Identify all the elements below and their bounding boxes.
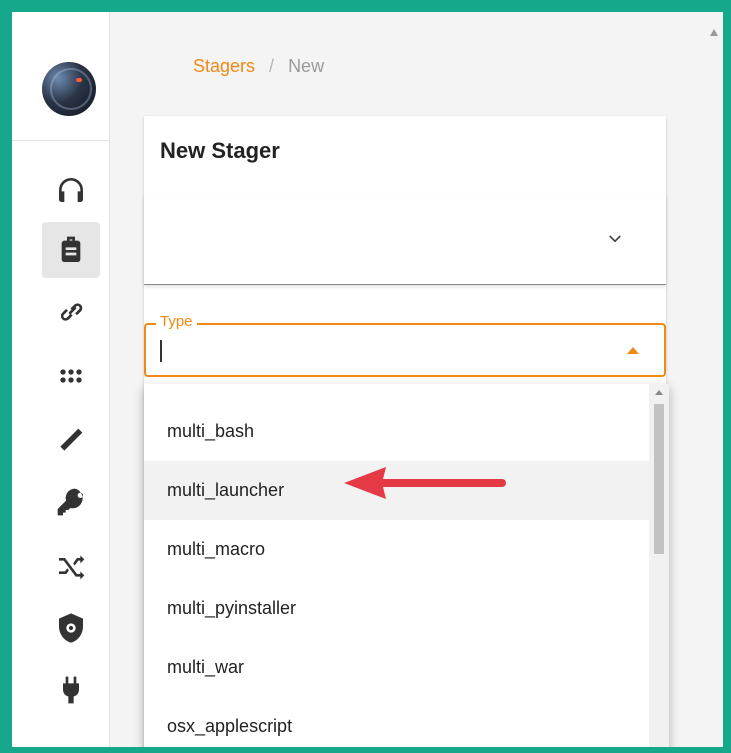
page-scroll-up-icon[interactable] bbox=[709, 26, 719, 38]
dropdown-arrow-up-icon[interactable] bbox=[626, 345, 640, 355]
dropdown-scrollbar[interactable] bbox=[649, 384, 669, 747]
option-multi-war[interactable]: multi_war bbox=[144, 638, 649, 697]
avatar-eye bbox=[76, 78, 82, 82]
scroll-up-arrow-icon[interactable] bbox=[654, 388, 664, 396]
shield-gear-icon bbox=[59, 613, 83, 643]
breadcrumb-separator: / bbox=[269, 56, 275, 76]
headphones-icon bbox=[59, 178, 83, 202]
grid-dots-icon bbox=[60, 369, 82, 383]
option-osx-applescript[interactable]: osx_applescript bbox=[144, 697, 649, 747]
annotation-arrow-icon bbox=[344, 467, 506, 499]
page-title: New Stager bbox=[160, 138, 280, 163]
option-multi-bash[interactable]: multi_bash bbox=[144, 402, 649, 461]
sidebar-item-settings[interactable] bbox=[42, 600, 100, 656]
sidebar-item-modules[interactable] bbox=[42, 348, 100, 404]
key-icon bbox=[57, 488, 83, 516]
avatar[interactable] bbox=[42, 62, 96, 116]
sidebar-item-connection[interactable] bbox=[42, 662, 100, 718]
avatar-helmet-rim bbox=[50, 68, 92, 110]
breadcrumb: Stagers / New bbox=[193, 56, 324, 77]
shuffle-icon bbox=[59, 555, 85, 580]
type-label: Type bbox=[156, 313, 197, 330]
scrollbar-thumb[interactable] bbox=[654, 404, 664, 554]
sidebar-item-listeners[interactable] bbox=[42, 162, 100, 218]
text-cursor bbox=[160, 340, 162, 362]
sidebar-item-obfuscation[interactable] bbox=[42, 538, 100, 594]
wand-icon bbox=[60, 428, 83, 451]
breadcrumb-current: New bbox=[288, 56, 325, 76]
type-options-list: multi_bash multi_launcher multi_macro mu… bbox=[144, 384, 669, 747]
breadcrumb-stagers-link[interactable]: Stagers bbox=[193, 56, 255, 76]
sidebar-item-agents[interactable] bbox=[42, 284, 100, 340]
briefcase-icon bbox=[61, 236, 81, 262]
option-multi-pyinstaller[interactable]: multi_pyinstaller bbox=[144, 579, 649, 638]
sidebar-divider bbox=[12, 140, 109, 141]
plug-icon bbox=[63, 676, 79, 704]
sidebar bbox=[12, 12, 110, 747]
type-input[interactable]: Type bbox=[144, 313, 666, 377]
chevron-down-icon bbox=[609, 235, 621, 243]
sidebar-item-plugins[interactable] bbox=[42, 412, 100, 468]
sidebar-item-credentials[interactable] bbox=[42, 474, 100, 530]
option-multi-macro[interactable]: multi_macro bbox=[144, 520, 649, 579]
app-window: Stagers / New New Stager Type multi_bash m… bbox=[12, 12, 723, 747]
sidebar-item-stagers[interactable] bbox=[42, 222, 100, 278]
stager-select[interactable] bbox=[144, 194, 666, 285]
link-icon bbox=[60, 303, 83, 321]
